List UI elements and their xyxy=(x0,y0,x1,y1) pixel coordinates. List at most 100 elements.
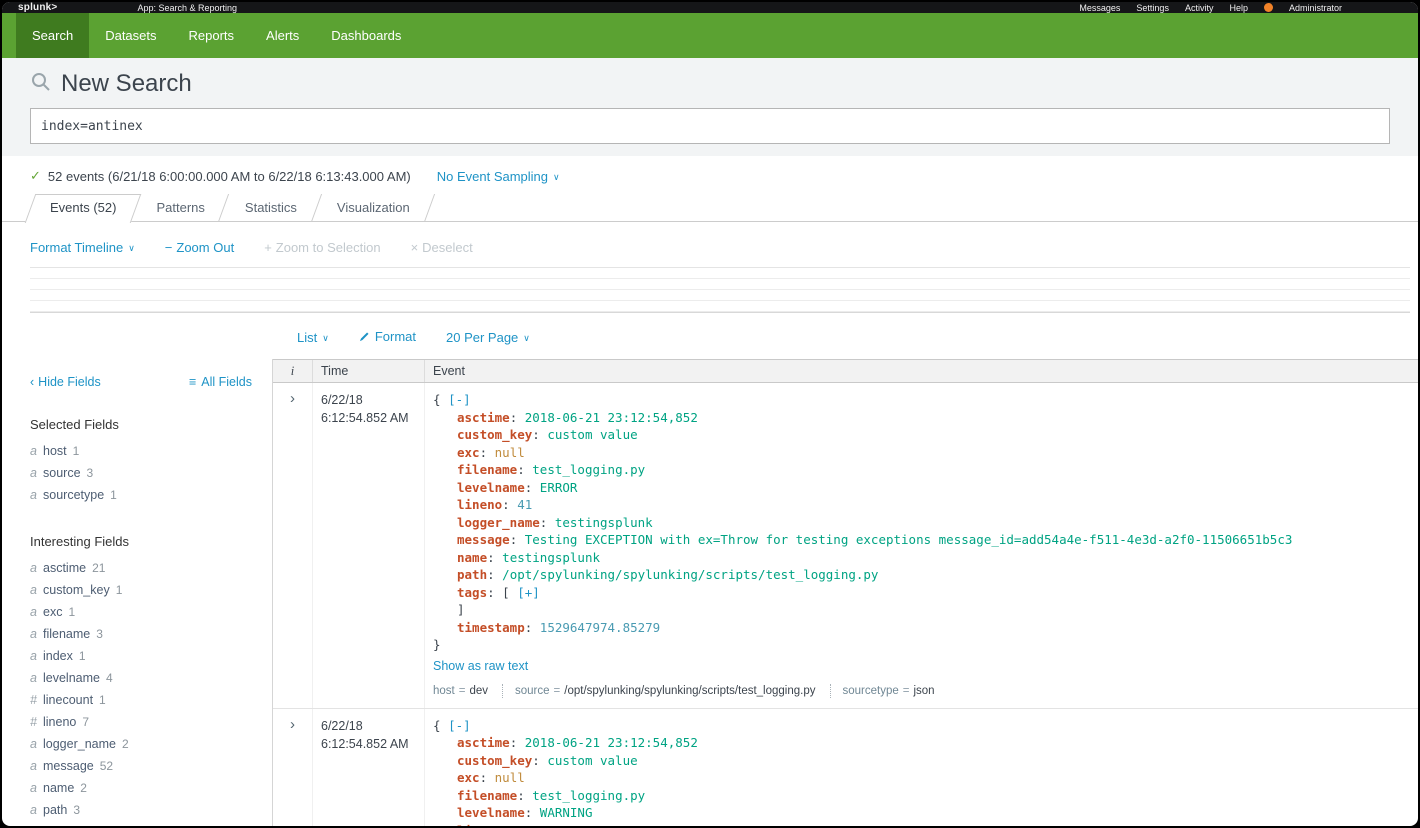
field-name-link[interactable]: levelname xyxy=(43,667,100,689)
expand-event-chevron[interactable]: › xyxy=(290,390,295,407)
hide-fields-button[interactable]: ‹ Hide Fields xyxy=(30,375,101,389)
meta-field-value[interactable]: /opt/spylunking/spylunking/scripts/test_… xyxy=(564,685,815,697)
json-value[interactable]: custom value xyxy=(547,427,637,442)
json-value[interactable]: 2018-06-21 23:12:54,852 xyxy=(525,735,698,750)
topbar-item-messages[interactable]: Messages xyxy=(1079,3,1120,13)
topbar-app-label[interactable]: App: Search & Reporting xyxy=(137,3,237,13)
nav-item-datasets[interactable]: Datasets xyxy=(89,13,172,58)
topbar-item-activity[interactable]: Activity xyxy=(1185,3,1214,13)
results-toolbar: List ∨ Format 20 Per Page ∨ xyxy=(2,313,1418,359)
field-row-custom_key[interactable]: a custom_key 1 xyxy=(30,579,252,601)
json-value[interactable]: WARNING xyxy=(540,805,593,820)
field-row-sourcetype[interactable]: a sourcetype 1 xyxy=(30,484,252,506)
deselect-button[interactable]: × Deselect xyxy=(411,240,473,255)
field-name-link[interactable]: exc xyxy=(43,601,62,623)
nav-item-alerts[interactable]: Alerts xyxy=(250,13,315,58)
field-row-asctime[interactable]: a asctime 21 xyxy=(30,557,252,579)
search-query-input[interactable] xyxy=(30,108,1390,144)
field-name-link[interactable]: message xyxy=(43,755,94,777)
field-name-link[interactable]: logger_name xyxy=(43,733,116,755)
meta-field-host[interactable]: host = dev xyxy=(433,684,502,698)
field-name-link[interactable]: filename xyxy=(43,623,90,645)
json-value[interactable]: custom value xyxy=(547,753,637,768)
page-title-row: New Search xyxy=(30,68,1418,100)
field-name-link[interactable]: name xyxy=(43,777,74,799)
field-row-source[interactable]: a source 3 xyxy=(30,462,252,484)
field-row-path[interactable]: a path 3 xyxy=(30,799,252,821)
meta-field-source[interactable]: source =/opt/spylunking/spylunking/script… xyxy=(502,683,829,698)
user-avatar[interactable] xyxy=(1263,3,1273,12)
field-name-link[interactable]: path xyxy=(43,799,67,821)
json-value[interactable]: null xyxy=(495,445,525,460)
json-value[interactable]: testingsplunk xyxy=(502,550,600,565)
collapse-json-toggle[interactable]: [-] xyxy=(448,392,471,407)
json-value[interactable]: /opt/spylunking/spylunking/scripts/test_… xyxy=(502,567,878,582)
json-value[interactable]: Testing EXCEPTION with ex=Throw for test… xyxy=(525,532,1293,547)
field-row-punct[interactable]: apunct 4 xyxy=(30,821,252,826)
field-name-link[interactable]: punct xyxy=(43,821,74,826)
field-row-levelname[interactable]: a levelname 4 xyxy=(30,667,252,689)
expand-event-chevron[interactable]: › xyxy=(290,716,295,733)
list-view-menu[interactable]: List ∨ xyxy=(297,330,329,345)
meta-field-label: host xyxy=(433,684,455,697)
field-row-index[interactable]: a index 1 xyxy=(30,645,252,667)
nav-item-dashboards[interactable]: Dashboards xyxy=(315,13,417,58)
json-value[interactable]: testingsplunk xyxy=(555,515,653,530)
field-row-name[interactable]: a name 2 xyxy=(30,777,252,799)
field-row-message[interactable]: a message 52 xyxy=(30,755,252,777)
field-count: 1 xyxy=(68,605,76,619)
json-value[interactable]: null xyxy=(495,770,525,785)
splunk-logo[interactable]: splunk> xyxy=(18,2,57,13)
field-row-lineno[interactable]: # lineno 7 xyxy=(30,711,252,733)
event-time-cell[interactable]: 6/22/18 6:12:54.852 AM xyxy=(313,708,425,826)
field-name-link[interactable]: asctime xyxy=(43,557,86,579)
tab-statistics[interactable]: Statistics xyxy=(225,194,317,222)
format-results-menu[interactable]: Format xyxy=(359,329,416,345)
collapse-json-toggle[interactable]: [-] xyxy=(448,718,471,733)
format-timeline-menu[interactable]: Format Timeline ∨ xyxy=(30,240,135,255)
json-value[interactable]: test_logging.py xyxy=(532,788,645,803)
field-name-link[interactable]: lineno xyxy=(43,711,76,733)
field-type-indicator: # xyxy=(30,715,37,729)
json-value[interactable]: 1529647974.85279 xyxy=(540,620,660,635)
nav-item-reports[interactable]: Reports xyxy=(173,13,251,58)
tab-events-52[interactable]: Events (52) xyxy=(30,194,136,223)
topbar-item-help[interactable]: Help xyxy=(1229,3,1248,13)
show-as-raw-text-link[interactable]: Show as raw text xyxy=(433,659,528,673)
event-sampling-menu[interactable]: No Event Sampling ∨ xyxy=(437,169,560,184)
topbar-item-settings[interactable]: Settings xyxy=(1136,3,1169,13)
all-fields-button[interactable]: ≡ All Fields xyxy=(189,375,252,389)
per-page-menu[interactable]: 20 Per Page ∨ xyxy=(446,330,530,345)
expand-array-toggle[interactable]: [+] xyxy=(517,585,540,600)
field-row-filename[interactable]: a filename 3 xyxy=(30,623,252,645)
meta-field-value[interactable]: json xyxy=(913,685,934,697)
json-value[interactable]: 33 xyxy=(517,823,532,827)
json-value[interactable]: ERROR xyxy=(540,480,578,495)
field-row-host[interactable]: a host 1 xyxy=(30,440,252,462)
caret-down-icon: ∨ xyxy=(128,243,135,253)
json-key: asctime xyxy=(457,409,510,425)
tab-patterns[interactable]: Patterns xyxy=(136,194,224,222)
zoom-to-selection-button[interactable]: + Zoom to Selection xyxy=(264,240,380,255)
json-value[interactable]: 2018-06-21 23:12:54,852 xyxy=(525,410,698,425)
timeline-chart[interactable] xyxy=(30,267,1410,313)
field-name-link[interactable]: linecount xyxy=(43,689,93,711)
field-name-link[interactable]: host xyxy=(43,440,67,462)
field-row-linecount[interactable]: # linecount 1 xyxy=(30,689,252,711)
field-name-link[interactable]: index xyxy=(43,645,73,667)
event-time-cell[interactable]: 6/22/18 6:12:54.852 AM xyxy=(313,383,425,708)
json-value[interactable]: test_logging.py xyxy=(532,462,645,477)
nav-item-search[interactable]: Search xyxy=(16,13,90,58)
field-name-link[interactable]: source xyxy=(43,462,81,484)
json-value[interactable]: 41 xyxy=(517,497,532,512)
meta-field-sourcetype[interactable]: sourcetype = json xyxy=(829,683,949,698)
tab-visualization[interactable]: Visualization xyxy=(317,194,430,222)
hide-fields-label: Hide Fields xyxy=(38,375,101,389)
topbar-user-label[interactable]: Administrator xyxy=(1289,3,1342,13)
field-name-link[interactable]: custom_key xyxy=(43,579,110,601)
field-row-exc[interactable]: a exc 1 xyxy=(30,601,252,623)
zoom-out-button[interactable]: − Zoom Out xyxy=(165,240,234,255)
meta-field-value[interactable]: dev xyxy=(469,685,488,697)
field-name-link[interactable]: sourcetype xyxy=(43,484,104,506)
field-row-logger_name[interactable]: a logger_name 2 xyxy=(30,733,252,755)
